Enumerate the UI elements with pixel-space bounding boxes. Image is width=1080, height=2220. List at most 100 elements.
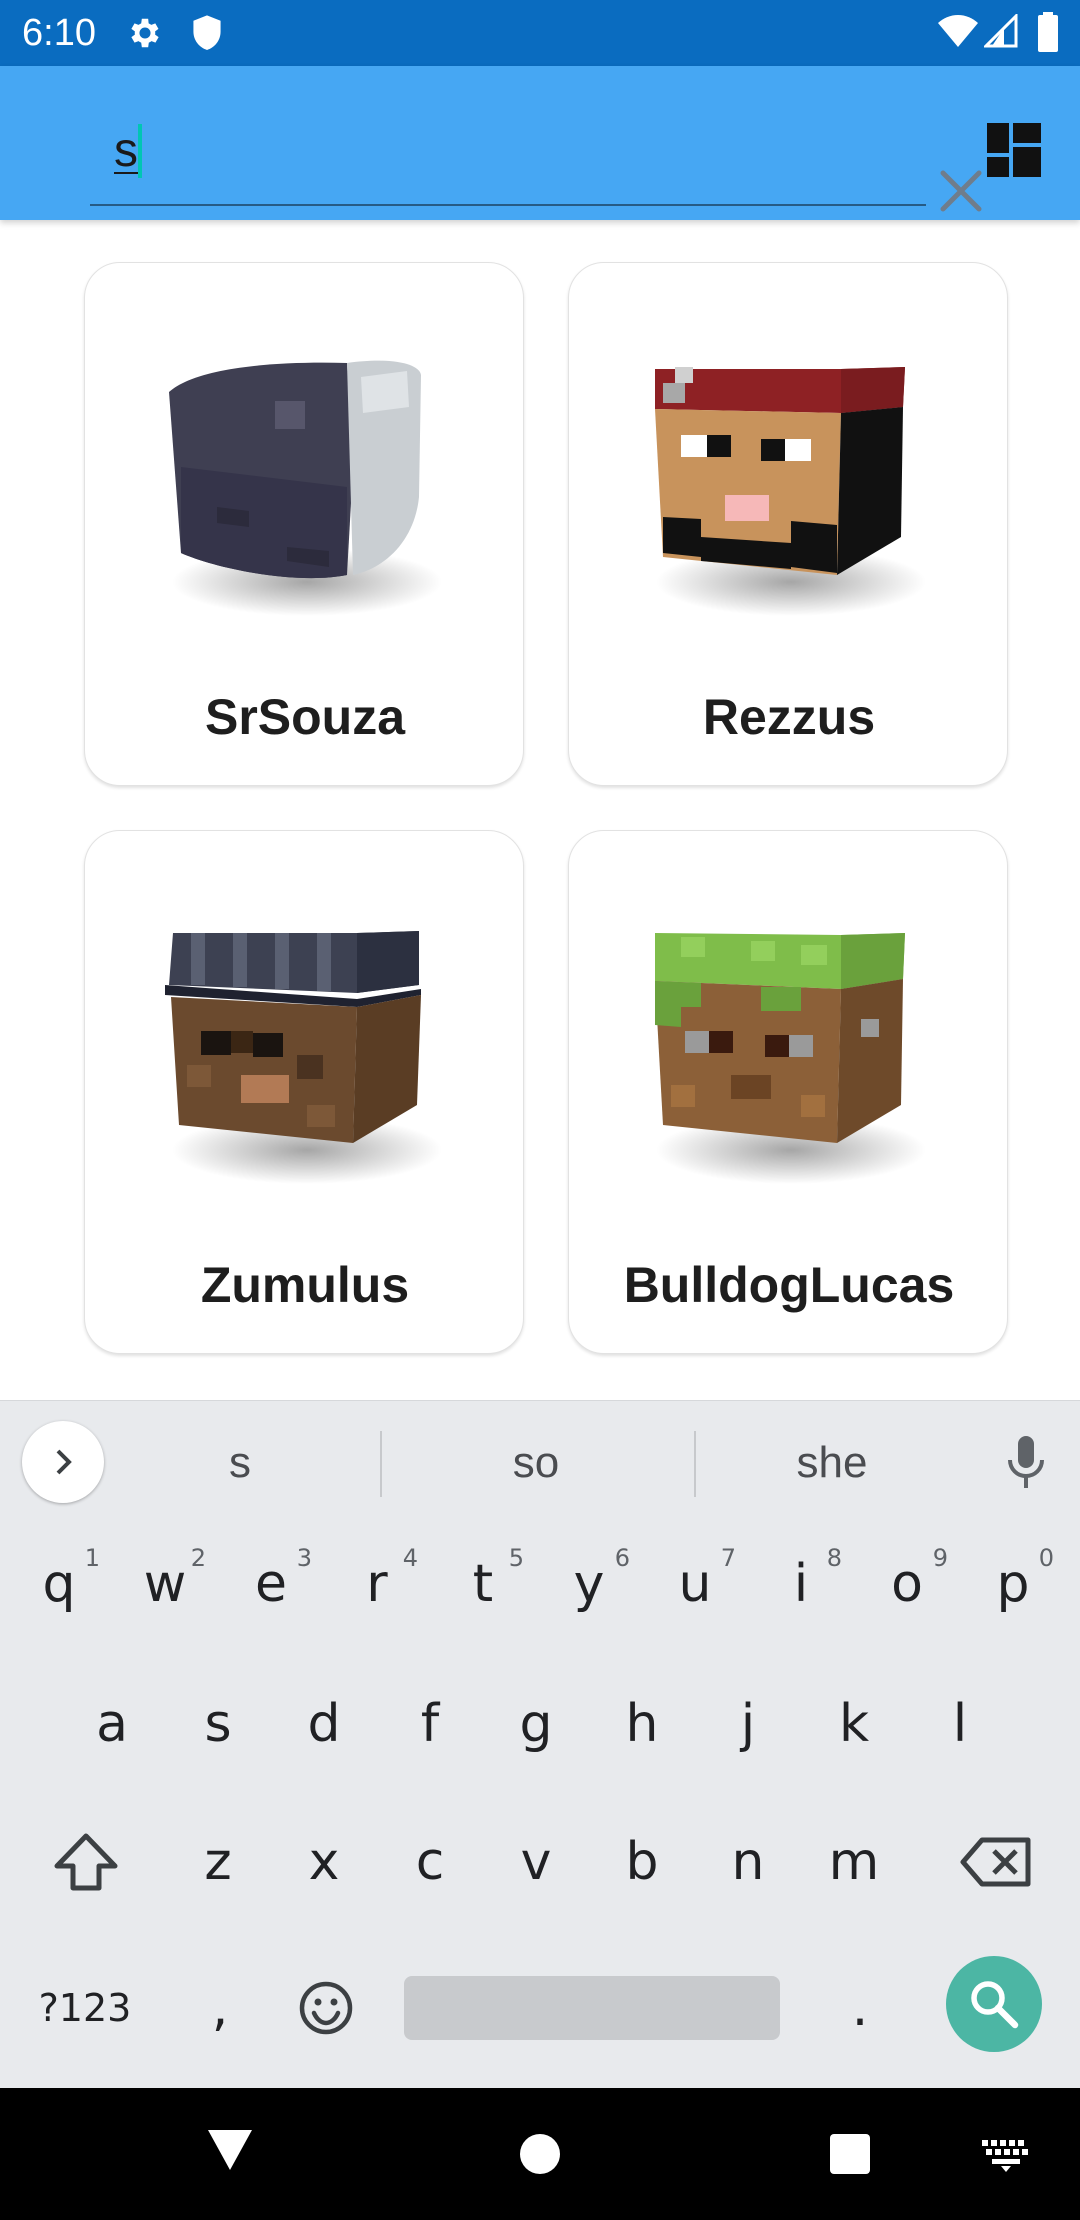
key-hint: 8 <box>826 1544 842 1572</box>
key-b[interactable]: b <box>589 1802 695 1922</box>
shift-key[interactable] <box>30 1802 142 1922</box>
key-hint: 7 <box>720 1544 736 1572</box>
search-input-value[interactable]: s <box>114 122 138 180</box>
backspace-key[interactable] <box>940 1802 1052 1922</box>
emoji-key[interactable] <box>276 1948 376 2068</box>
key-i[interactable]: i8 <box>748 1524 854 1644</box>
gear-icon <box>131 18 159 48</box>
key-hint: 4 <box>402 1544 418 1572</box>
search-input[interactable]: s <box>90 108 982 212</box>
key-v[interactable]: v <box>483 1802 589 1922</box>
backspace-icon <box>960 1837 1031 1887</box>
shield-icon <box>193 15 221 50</box>
key-label: w <box>143 1554 187 1614</box>
result-card[interactable]: BulldogLucas <box>568 830 1008 1354</box>
emoji-icon <box>299 1981 353 2035</box>
back-triangle-icon[interactable] <box>206 2128 254 2172</box>
key-hint: 5 <box>508 1544 524 1572</box>
key-label: o <box>891 1554 923 1614</box>
chevron-right-icon <box>56 1449 72 1475</box>
voice-input-button[interactable] <box>996 1429 1056 1495</box>
suggestion-divider <box>380 1431 382 1497</box>
suggestion-divider <box>694 1431 696 1497</box>
screen: 6:10 s SrSouza Rezzus Zumulus BulldogLuc… <box>0 0 1080 2220</box>
key-u[interactable]: u7 <box>642 1524 748 1644</box>
result-card[interactable]: Zumulus <box>84 830 524 1354</box>
key-s[interactable]: s <box>165 1664 271 1784</box>
key-q[interactable]: q1 <box>6 1524 112 1644</box>
signal-icon <box>984 14 1018 48</box>
key-x[interactable]: x <box>271 1802 377 1922</box>
key-m[interactable]: m <box>801 1802 907 1922</box>
dashboard-icon <box>987 123 1041 177</box>
key-label: q <box>42 1554 76 1614</box>
result-card-name: BulldogLucas <box>623 1257 955 1313</box>
key-g[interactable]: g <box>483 1664 589 1784</box>
keyboard-keys: q1 w2 e3 r4 t5 y6 u7 i8 o9 p0 a s d f g … <box>0 1524 1080 2088</box>
key-label: t <box>472 1554 494 1614</box>
period-key[interactable]: . <box>810 1948 910 2068</box>
home-button[interactable] <box>520 2134 560 2174</box>
grid-layout-button[interactable] <box>976 112 1052 188</box>
key-d[interactable]: d <box>271 1664 377 1784</box>
comma-key[interactable]: , <box>170 1948 270 2068</box>
recents-button[interactable] <box>830 2134 870 2174</box>
soft-keyboard: s so she q1 w2 e3 r4 t5 y6 u7 i8 o9 p 0 … <box>0 1400 1080 2088</box>
status-time: 6:10 <box>22 12 96 54</box>
symbols-key[interactable]: ?123 <box>20 1948 150 2068</box>
key-hint: 6 <box>614 1544 630 1572</box>
app-bar: s <box>0 66 1080 220</box>
avatar <box>655 933 926 1184</box>
key-o[interactable]: o9 <box>854 1524 960 1644</box>
result-card-name: SrSouza <box>204 689 406 745</box>
keyboard-switch-icon[interactable] <box>982 2140 1030 2172</box>
key-w[interactable]: w2 <box>112 1524 218 1644</box>
key-z[interactable]: z <box>165 1802 271 1922</box>
text-caret <box>138 124 142 178</box>
key-j[interactable]: j <box>695 1664 801 1784</box>
suggestion-item[interactable]: s <box>140 1431 340 1495</box>
navigation-bar <box>0 2088 1080 2220</box>
result-card[interactable]: SrSouza <box>84 262 524 786</box>
key-hint: 1 <box>84 1544 100 1572</box>
key-k[interactable]: k <box>801 1664 907 1784</box>
key-hint: 3 <box>296 1544 312 1572</box>
key-n[interactable]: n <box>695 1802 801 1922</box>
key-c[interactable]: c <box>377 1802 483 1922</box>
result-card-name: Rezzus <box>702 689 876 745</box>
result-card[interactable]: Rezzus <box>568 262 1008 786</box>
key-r[interactable]: r4 <box>324 1524 430 1644</box>
space-key[interactable] <box>404 1976 780 2040</box>
key-hint: 9 <box>932 1544 948 1572</box>
avatar <box>655 367 926 616</box>
search-action-key[interactable] <box>946 1956 1042 2052</box>
search-icon <box>971 1981 1019 2029</box>
key-y[interactable]: y6 <box>536 1524 642 1644</box>
status-bar: 6:10 <box>0 0 1080 66</box>
suggestion-item[interactable]: so <box>436 1431 636 1495</box>
key-hint: 0 <box>1038 1544 1054 1572</box>
key-e[interactable]: e3 <box>218 1524 324 1644</box>
battery-icon <box>1038 12 1058 52</box>
key-label: e <box>255 1554 287 1614</box>
key-label: r <box>366 1554 388 1614</box>
expand-suggestions-button[interactable] <box>22 1421 104 1503</box>
key-label: i <box>793 1554 809 1614</box>
suggestion-item[interactable]: she <box>732 1431 932 1495</box>
avatar <box>165 931 442 1184</box>
avatar <box>169 360 442 616</box>
microphone-icon <box>1008 1436 1044 1488</box>
result-card-name: Zumulus <box>200 1257 410 1313</box>
suggestion-bar: s so she <box>0 1400 1080 1524</box>
shift-icon <box>54 1833 118 1891</box>
key-h[interactable]: h <box>589 1664 695 1784</box>
key-label: u <box>678 1554 712 1614</box>
key-label: y <box>573 1554 605 1614</box>
key-a[interactable]: a <box>59 1664 165 1784</box>
results-grid: SrSouza Rezzus Zumulus BulldogLucas <box>0 220 1080 1400</box>
key-hint: 2 <box>190 1544 206 1572</box>
key-f[interactable]: f <box>377 1664 483 1784</box>
key-p[interactable]: p0 <box>960 1524 1066 1644</box>
key-l[interactable]: l <box>907 1664 1013 1784</box>
key-t[interactable]: t5 <box>430 1524 536 1644</box>
